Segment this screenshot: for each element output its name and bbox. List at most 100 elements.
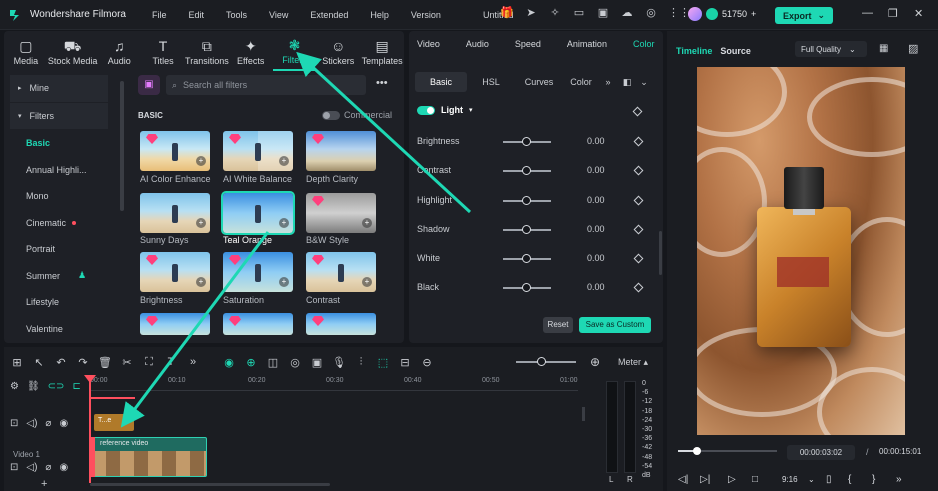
slider-knob[interactable]: [522, 254, 531, 263]
sidebar-item-cinematic[interactable]: Cinematic: [10, 210, 108, 237]
adjustment-value[interactable]: 0.00: [587, 253, 605, 263]
folder-icon[interactable]: ▣: [138, 75, 160, 95]
keyframe-diamond-icon[interactable]: [632, 106, 643, 117]
double-chevron-right-icon[interactable]: »: [599, 72, 617, 92]
close-icon[interactable]: ✕: [914, 7, 923, 20]
tab-color[interactable]: Color: [633, 39, 655, 49]
keyframe-diamond-icon[interactable]: [633, 253, 644, 264]
snapshot-tool-icon[interactable]: ◎: [288, 356, 302, 369]
lock-icon[interactable]: ⊡: [10, 462, 18, 473]
timeline-vertical-scrollbar[interactable]: [582, 407, 585, 421]
search-input[interactable]: ⌕ Search all filters: [166, 75, 366, 95]
video-preview[interactable]: [697, 67, 905, 435]
video-clip[interactable]: reference video: [91, 437, 207, 477]
compare-icon[interactable]: ◧: [617, 72, 637, 92]
eye-icon[interactable]: ◉: [59, 418, 68, 429]
tab-templates[interactable]: ▤ Templates: [360, 33, 404, 71]
text-icon[interactable]: T: [164, 356, 178, 368]
keyframe-diamond-icon[interactable]: [633, 165, 644, 176]
tab-titles[interactable]: T Titles: [141, 33, 185, 71]
delete-icon[interactable]: 🗑: [98, 356, 112, 369]
light-toggle[interactable]: [417, 105, 435, 115]
aspect-ratio-value[interactable]: 9:16: [782, 475, 808, 484]
save-icon[interactable]: ▣: [596, 6, 610, 20]
tab-audio[interactable]: ♫ Audio: [97, 33, 141, 71]
filter-thumb-teal-orange[interactable]: +: [221, 191, 295, 235]
split-icon[interactable]: ⊕: [244, 356, 258, 369]
meter-dropdown[interactable]: Meter ▴: [618, 357, 648, 368]
adjustment-value[interactable]: 0.00: [587, 282, 605, 292]
mute-icon[interactable]: ⌀: [45, 462, 51, 473]
export-button[interactable]: Export ⌄: [775, 7, 833, 24]
keyframe-diamond-icon[interactable]: [633, 224, 644, 235]
chevron-down-icon[interactable]: ⌄: [637, 72, 651, 92]
speaker-icon[interactable]: ◁): [26, 462, 37, 473]
menu-help[interactable]: Help: [370, 10, 389, 20]
adjustment-value[interactable]: 0.00: [587, 136, 605, 146]
auto-ripple-icon[interactable]: ⬚: [376, 356, 390, 369]
sidebar-item-portrait[interactable]: Portrait: [10, 236, 108, 263]
mark-out-icon[interactable]: }: [872, 474, 896, 485]
filter-thumb-depth-clarity[interactable]: [306, 131, 376, 171]
keyframe-diamond-icon[interactable]: [633, 282, 644, 293]
add-track-icon[interactable]: +: [41, 478, 47, 490]
slider-knob[interactable]: [522, 283, 531, 292]
menu-file[interactable]: File: [152, 10, 167, 20]
sidebar-item-valentine[interactable]: Valentine: [10, 316, 108, 343]
snapshot-icon[interactable]: ▨: [908, 42, 918, 55]
menu-version[interactable]: Version: [411, 10, 441, 20]
send-icon[interactable]: ➤: [524, 6, 538, 20]
filter-thumb-saturation[interactable]: +: [223, 252, 293, 292]
headset-icon[interactable]: ◎: [644, 6, 658, 20]
timeline-horizontal-scrollbar[interactable]: [90, 483, 330, 486]
subtab-hsl[interactable]: HSL: [467, 72, 515, 92]
gift-icon[interactable]: 🎁: [500, 6, 514, 20]
timeline-ruler[interactable]: 00:00 00:10 00:20 00:30 00:40 00:50 01:0…: [90, 377, 578, 391]
sidebar-item-mine[interactable]: ▸ Mine: [10, 75, 108, 102]
filter-thumb-sunny-days[interactable]: +: [140, 193, 210, 233]
quality-dropdown[interactable]: Full Quality ⌄: [795, 41, 867, 57]
speaker-icon[interactable]: ◁): [26, 418, 37, 429]
cloud-icon[interactable]: ☁: [620, 6, 634, 20]
inspector-scrollbar[interactable]: [659, 231, 662, 275]
stop-icon[interactable]: □: [752, 474, 782, 485]
more-controls-icon[interactable]: »: [896, 474, 916, 485]
chevron-down-icon[interactable]: ⌄: [808, 475, 826, 484]
previous-frame-icon[interactable]: ◁|: [678, 474, 700, 485]
add-icon[interactable]: +: [279, 156, 289, 166]
snap-icon[interactable]: ⊂⊃: [48, 381, 65, 392]
keyframe-diamond-icon[interactable]: [633, 195, 644, 206]
playhead[interactable]: [89, 375, 91, 483]
filter-thumb-contrast[interactable]: +: [306, 252, 376, 292]
tab-stickers[interactable]: ☺ Stickers: [316, 33, 360, 71]
sidebar-item-mono[interactable]: Mono: [10, 183, 108, 210]
add-credits-icon[interactable]: +: [751, 9, 756, 19]
add-icon[interactable]: +: [196, 156, 206, 166]
keyframe-diamond-icon[interactable]: [633, 136, 644, 147]
minimize-icon[interactable]: —: [862, 7, 873, 19]
filter-clip[interactable]: T...e: [94, 414, 134, 431]
mute-icon[interactable]: ⌀: [45, 418, 51, 429]
caret-down-icon[interactable]: ▾: [469, 106, 473, 114]
track-settings-icon[interactable]: ⊟: [398, 356, 412, 369]
eye-icon[interactable]: ◉: [59, 462, 68, 473]
current-time[interactable]: 00:00:03:02: [787, 445, 855, 460]
add-icon[interactable]: +: [196, 218, 206, 228]
play-icon[interactable]: ▷: [728, 474, 752, 485]
filter-thumb[interactable]: [223, 313, 293, 335]
mark-in-icon[interactable]: {: [848, 474, 872, 485]
sidebar-item-summer[interactable]: Summer ♟: [10, 263, 108, 290]
filter-thumb[interactable]: [306, 313, 376, 335]
filter-thumb-ai-color-enhance[interactable]: +: [140, 131, 210, 171]
save-as-custom-button[interactable]: Save as Custom: [579, 317, 651, 333]
add-icon[interactable]: +: [362, 277, 372, 287]
lock-icon[interactable]: ⊡: [10, 418, 18, 429]
display-settings-icon[interactable]: ▦: [879, 43, 888, 54]
filter-thumb-ai-white-balance[interactable]: +: [223, 131, 293, 171]
adjustment-value[interactable]: 0.00: [587, 195, 605, 205]
settings-icon[interactable]: ⚙: [10, 381, 19, 392]
slider-knob[interactable]: [522, 225, 531, 234]
tab-effects[interactable]: ✦ Effects: [229, 33, 273, 71]
tab-transitions[interactable]: ⧉ Transitions: [185, 33, 229, 71]
select-tool-icon[interactable]: ↖: [32, 356, 46, 369]
